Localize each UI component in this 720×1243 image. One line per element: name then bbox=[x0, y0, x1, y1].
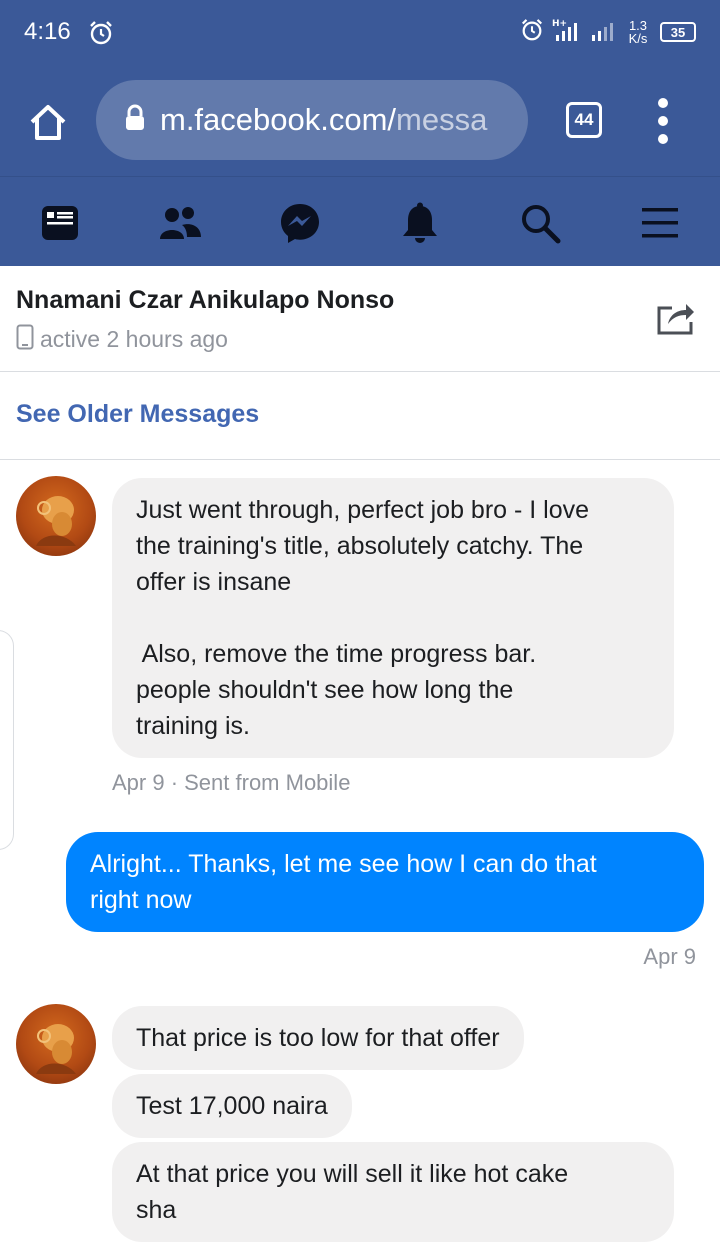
active-status: active 2 hours ago bbox=[16, 324, 228, 355]
message-line: Also, remove the time progress bar. bbox=[136, 640, 537, 668]
network-speed-unit: K/s bbox=[628, 31, 648, 46]
message-line: offer is insane bbox=[136, 568, 292, 596]
status-icons: H+ 1.3 K/s 35 bbox=[520, 14, 696, 50]
network-speed: 1.3 K/s bbox=[624, 19, 652, 45]
search-icon bbox=[522, 205, 561, 244]
svg-text:H+: H+ bbox=[552, 19, 567, 29]
friends-button[interactable] bbox=[156, 199, 204, 247]
browser-toolbar: m.facebook.com/messa 44 bbox=[0, 66, 720, 176]
url-host: m.facebook.com/ bbox=[160, 102, 397, 137]
avatar-image bbox=[36, 496, 76, 546]
tab-switcher-button[interactable]: 44 bbox=[566, 102, 602, 138]
battery-level: 35 bbox=[670, 24, 686, 40]
message-line: training is. bbox=[136, 712, 250, 740]
alarm-icon bbox=[88, 20, 114, 51]
alarm-icon bbox=[520, 18, 544, 47]
dot bbox=[658, 134, 668, 144]
message-meta: Apr 9 · Sent from Mobile bbox=[112, 770, 351, 795]
message-line: At that price you will sell it like hot … bbox=[136, 1160, 569, 1188]
message-meta: Apr 9 bbox=[643, 944, 696, 969]
hamburger-icon bbox=[642, 208, 678, 238]
friends-icon bbox=[160, 207, 201, 239]
side-drawer-handle[interactable] bbox=[0, 630, 14, 850]
contact-name[interactable]: Nnamani Czar Anikulapo Nonso bbox=[16, 286, 394, 315]
dot bbox=[658, 98, 668, 108]
status-time: 4:16 bbox=[24, 18, 71, 45]
dot bbox=[658, 116, 668, 126]
avatar[interactable] bbox=[16, 1004, 96, 1084]
message-line: people shouldn't see how long the bbox=[136, 676, 514, 704]
notifications-button[interactable] bbox=[396, 199, 444, 247]
message-bubble-incoming[interactable]: At that price you will sell it like hot … bbox=[112, 1142, 674, 1242]
message-bubble-incoming[interactable]: Just went through, perfect job bro - I l… bbox=[112, 478, 674, 758]
message-line bbox=[136, 600, 650, 636]
message-line: sha bbox=[136, 1196, 177, 1224]
news-feed-button[interactable] bbox=[36, 199, 84, 247]
signal-h-plus-icon: H+ bbox=[552, 17, 582, 48]
news-feed-icon bbox=[42, 206, 78, 240]
avatar-image bbox=[36, 1024, 76, 1074]
browser-menu-button[interactable] bbox=[650, 98, 676, 144]
message-line: Just went through, perfect job bro - I l… bbox=[136, 496, 590, 524]
home-button[interactable] bbox=[26, 100, 70, 144]
bell-icon bbox=[403, 202, 437, 243]
avatar[interactable] bbox=[16, 476, 96, 556]
main-menu-button[interactable] bbox=[636, 199, 684, 247]
facebook-nav bbox=[0, 176, 720, 266]
older-messages-row: See Older Messages bbox=[0, 372, 720, 460]
lock-icon bbox=[124, 104, 146, 137]
url-path: messa bbox=[396, 102, 488, 137]
share-icon bbox=[657, 304, 694, 335]
message-line: Test 17,000 naira bbox=[136, 1092, 328, 1120]
messenger-icon bbox=[281, 204, 319, 243]
status-bar: 4:16 H+ 1.3 K/s 35 bbox=[0, 0, 720, 66]
search-button[interactable] bbox=[516, 199, 564, 247]
message-line: the training's title, absolutely catchy.… bbox=[136, 532, 584, 560]
message-bubble-incoming[interactable]: That price is too low for that offer bbox=[112, 1006, 524, 1070]
messenger-button[interactable] bbox=[276, 199, 324, 247]
address-bar[interactable]: m.facebook.com/messa bbox=[96, 80, 528, 160]
home-icon bbox=[30, 105, 66, 140]
signal-icon bbox=[590, 17, 616, 48]
message-bubble-outgoing[interactable]: Alright... Thanks, let me see how I can … bbox=[66, 832, 704, 932]
battery-icon: 35 bbox=[660, 22, 696, 42]
mobile-icon bbox=[16, 324, 34, 355]
active-status-text: active 2 hours ago bbox=[40, 326, 228, 352]
see-older-messages-link[interactable]: See Older Messages bbox=[16, 400, 259, 429]
share-button[interactable] bbox=[656, 300, 696, 336]
tab-count: 44 bbox=[574, 110, 594, 129]
message-bubble-incoming[interactable]: Test 17,000 naira bbox=[112, 1074, 352, 1138]
message-line: right now bbox=[90, 886, 192, 914]
message-line: Alright... Thanks, let me see how I can … bbox=[90, 850, 597, 878]
message-line: That price is too low for that offer bbox=[136, 1024, 500, 1052]
conversation-header: Nnamani Czar Anikulapo Nonso active 2 ho… bbox=[0, 266, 720, 372]
